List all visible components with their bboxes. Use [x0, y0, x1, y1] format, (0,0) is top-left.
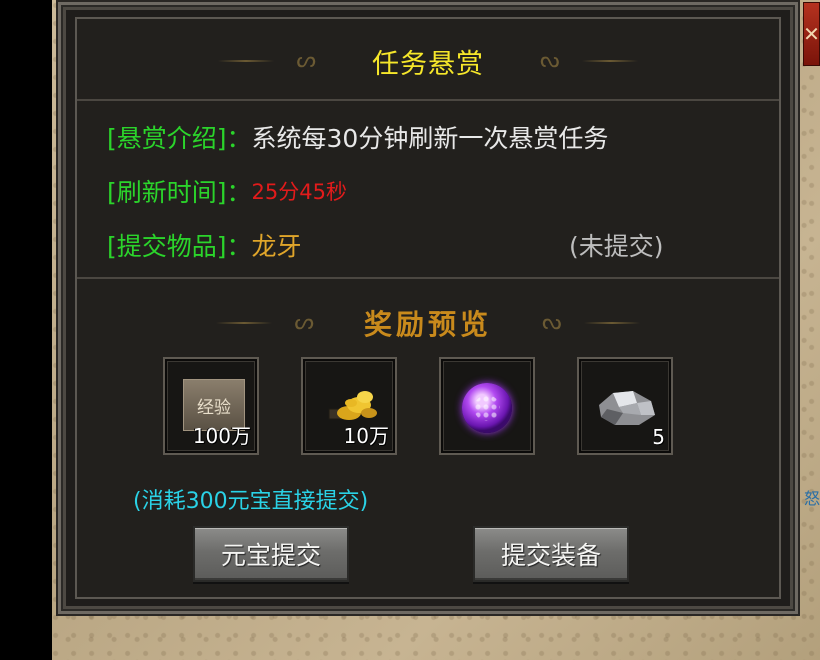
ornament-line-right: [583, 322, 640, 324]
left-black-border: [0, 0, 52, 660]
purple-orb-icon: [462, 383, 512, 433]
reward-title-row: ᔕ 奖励预览 ᔓ: [77, 303, 779, 343]
reward-count: 100万: [192, 424, 251, 448]
item-label: [提交物品]：: [107, 232, 252, 261]
reward-slot-orb[interactable]: [439, 357, 535, 455]
scroll-ornament-icon: ᔕ: [294, 310, 314, 335]
reward-slot-exp[interactable]: 经验 100万: [163, 357, 259, 455]
item-name: 龙牙: [251, 232, 302, 261]
submit-equipment-button[interactable]: 提交装备: [473, 526, 629, 582]
refresh-label: [刷新时间]：: [107, 178, 252, 207]
silver-ore-icon: [599, 391, 655, 425]
reward-count: 5: [652, 425, 665, 449]
info-row-refresh: [刷新时间]： 25分45秒: [107, 171, 347, 211]
refresh-countdown: 25分45秒: [251, 180, 347, 204]
scroll-ornament-icon: ᔕ: [296, 48, 316, 73]
scroll-ornament-icon: ᔓ: [542, 310, 562, 335]
panel-title: 任务悬赏: [372, 48, 484, 80]
ornament-line-left: [216, 322, 273, 324]
bounty-task-panel: ᔕ 任务悬赏 ᔓ [悬赏介绍]： 系统每30分钟刷新一次悬赏任务 [刷新时间]：…: [58, 2, 798, 614]
divider: [77, 277, 779, 279]
title-row: ᔕ 任务悬赏 ᔓ: [77, 41, 779, 81]
yuanbao-submit-button[interactable]: 元宝提交: [193, 526, 349, 582]
reward-slot-gold[interactable]: 10万: [301, 357, 397, 455]
edge-text-fragment: 怒: [804, 489, 820, 508]
intro-label: [悬赏介绍]：: [107, 124, 252, 153]
close-icon[interactable]: ✕: [803, 2, 820, 66]
reward-count: 10万: [343, 424, 389, 448]
info-row-intro: [悬赏介绍]： 系统每30分钟刷新一次悬赏任务: [107, 117, 608, 157]
intro-text: 系统每30分钟刷新一次悬赏任务: [251, 124, 609, 153]
scroll-ornament-icon: ᔓ: [540, 48, 560, 73]
item-status: (未提交): [569, 232, 664, 261]
divider: [77, 99, 779, 101]
ornament-line-right: [581, 60, 638, 62]
reward-preview-title: 奖励预览: [363, 308, 492, 341]
submit-cost-hint: (消耗300元宝直接提交): [133, 489, 369, 514]
reward-slot-ore[interactable]: 5: [577, 357, 673, 455]
info-row-item: [提交物品]： 龙牙 (未提交): [107, 225, 767, 265]
ornament-line-left: [218, 60, 275, 62]
